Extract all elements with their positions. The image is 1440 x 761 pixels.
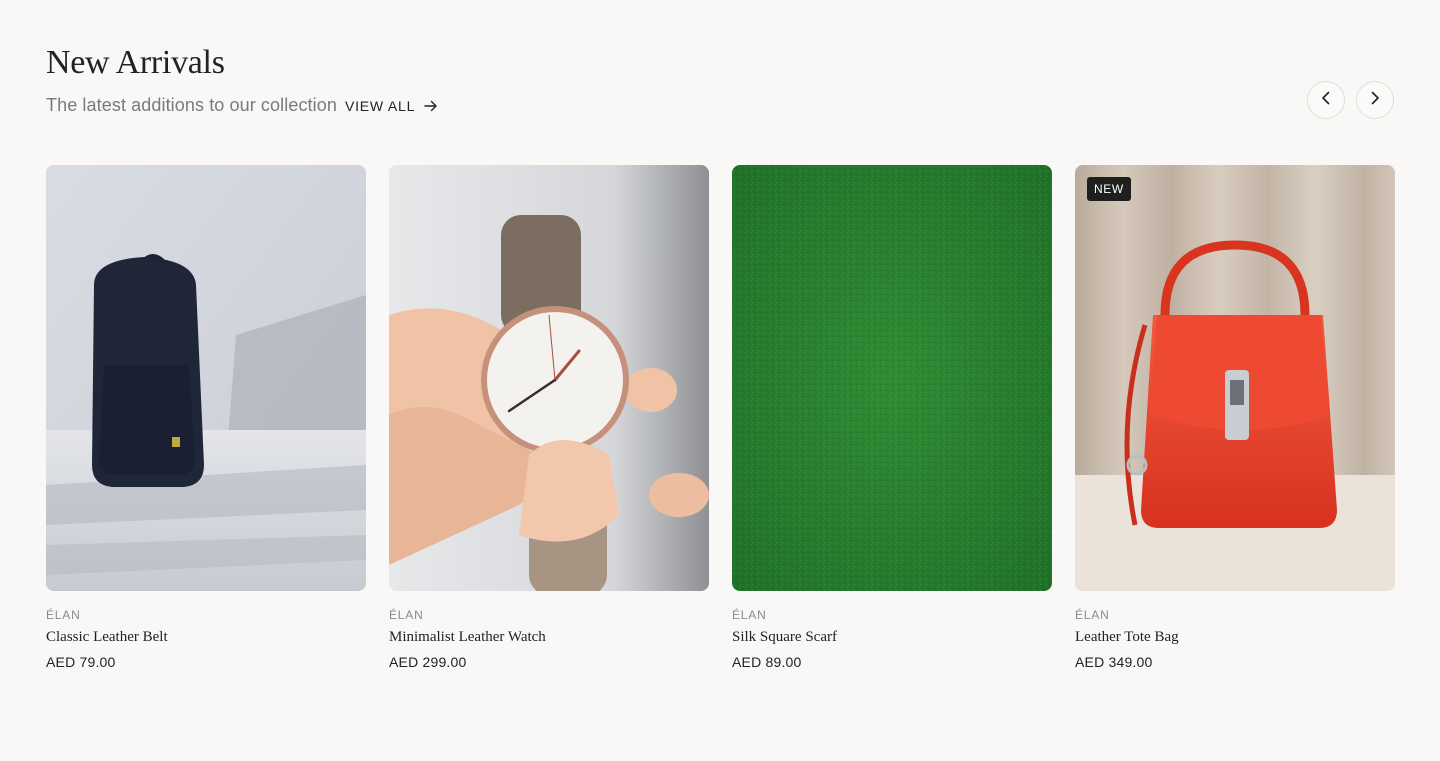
product-card[interactable]: ÉLAN Minimalist Leather Watch AED 299.00 <box>389 165 709 670</box>
section-subtitle: The latest additions to our collection <box>46 95 337 115</box>
product-name[interactable]: Minimalist Leather Watch <box>389 629 709 646</box>
carousel-nav <box>1307 81 1394 119</box>
product-image[interactable] <box>389 165 709 591</box>
new-arrivals-section: New Arrivals The latest additions to our… <box>46 0 1395 761</box>
product-card[interactable]: NEW ÉLAN Leather Tote Bag AED 349.00 <box>1075 165 1395 670</box>
product-card[interactable]: ÉLAN Classic Leather Belt AED 79.00 <box>46 165 366 670</box>
product-grid: ÉLAN Classic Leather Belt AED 79.00 ÉLAN… <box>46 165 1395 670</box>
handbag-image <box>1075 165 1395 591</box>
product-price: AED 79.00 <box>46 654 116 670</box>
new-badge: NEW <box>1087 177 1131 201</box>
product-brand: ÉLAN <box>389 608 424 622</box>
carousel-prev-button[interactable] <box>1307 81 1345 119</box>
product-price: AED 349.00 <box>1075 654 1153 670</box>
watch-image <box>389 165 709 591</box>
product-image[interactable] <box>46 165 366 591</box>
product-brand: ÉLAN <box>1075 608 1110 622</box>
product-name[interactable]: Silk Square Scarf <box>732 629 1052 646</box>
product-brand: ÉLAN <box>732 608 767 622</box>
product-brand: ÉLAN <box>46 608 81 622</box>
product-price: AED 89.00 <box>732 654 802 670</box>
product-price: AED 299.00 <box>389 654 467 670</box>
chevron-right-icon <box>1370 91 1380 110</box>
product-card[interactable]: ÉLAN Silk Square Scarf AED 89.00 <box>732 165 1052 670</box>
product-name[interactable]: Leather Tote Bag <box>1075 629 1395 646</box>
section-subheader: The latest additions to our collection V… <box>46 95 438 116</box>
scarf-image <box>732 165 1052 591</box>
product-name[interactable]: Classic Leather Belt <box>46 629 366 646</box>
arrow-right-icon <box>424 100 438 112</box>
view-all-link[interactable]: VIEW ALL <box>345 98 438 114</box>
section-title: New Arrivals <box>46 44 225 81</box>
product-image[interactable] <box>732 165 1052 591</box>
chevron-left-icon <box>1321 91 1331 110</box>
backpack-image <box>46 165 366 591</box>
carousel-next-button[interactable] <box>1356 81 1394 119</box>
view-all-label: VIEW ALL <box>344 98 416 114</box>
product-image[interactable]: NEW <box>1075 165 1395 591</box>
